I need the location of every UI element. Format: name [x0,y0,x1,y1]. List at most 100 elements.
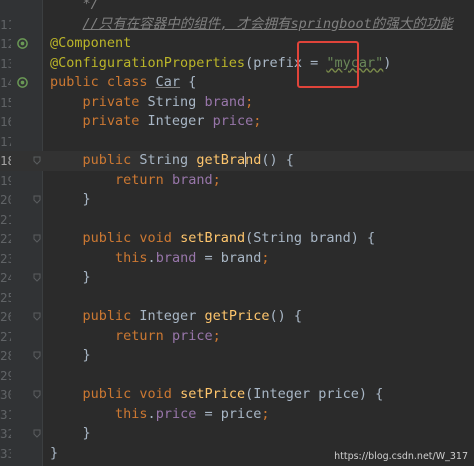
code-text[interactable]: } [50,190,91,210]
code-token: . [147,405,156,422]
fold-marker-icon[interactable] [33,351,41,360]
fold-marker-icon[interactable] [33,156,41,165]
fold-marker-icon[interactable] [33,195,41,204]
code-token: (Integer price) { [245,386,384,402]
code-editor[interactable]: */ 11 //只有在容器中的组件, 才会拥有springboot的强大的功能12… [0,0,474,466]
line-number: 15 [0,94,11,110]
code-line[interactable]: 22 public void setBrand(String brand) { [0,229,474,249]
code-token: Integer [147,113,213,129]
code-text[interactable]: } [50,268,91,288]
line-number: 28 [0,348,11,363]
code-text[interactable]: this.price = price; [50,405,270,425]
spring-bean-icon[interactable] [17,38,28,49]
code-text[interactable]: } [50,444,58,464]
code-token: (String brand) { [245,230,376,246]
code-token: private [82,93,148,110]
line-number: 22 [0,231,11,246]
code-text[interactable]: @Component [50,34,131,54]
code-line[interactable]: 28 } [0,346,474,366]
fold-marker-icon[interactable] [33,234,41,243]
code-token: @Component [50,35,132,51]
fold-marker-icon[interactable] [33,273,41,282]
line-number: 12 [0,36,11,51]
code-line[interactable]: 12 @Component [0,34,474,54]
code-line[interactable]: 19 return brand; [0,171,474,191]
code-token: */ [50,0,99,12]
code-line[interactable]: 13@ConfigurationProperties(prefix = "myc… [0,54,474,74]
code-token: this [115,249,148,266]
code-line[interactable]: 21 [0,210,474,230]
code-line[interactable]: 15 private String brand; [0,93,474,113]
code-text[interactable]: } [50,346,91,366]
code-text[interactable]: public String getBrand() { [50,151,294,171]
code-line[interactable]: 24 } [0,268,474,288]
code-line[interactable]: 16 private Integer price; [0,112,474,132]
code-text[interactable]: public Integer getPrice() { [50,307,302,327]
code-text[interactable]: public void setPrice(Integer price) { [50,385,384,405]
code-token: public void [82,386,181,402]
code-token: return [115,171,172,188]
line-number: 20 [0,192,11,207]
code-text[interactable]: this.brand = brand; [50,249,270,269]
code-token: ; [245,93,254,110]
code-token: ; [212,327,221,344]
code-text[interactable]: private Integer price; [50,112,262,132]
code-text[interactable]: */ [50,0,99,15]
code-text[interactable]: public void setBrand(String brand) { [50,229,376,249]
fold-marker-icon[interactable] [33,312,41,321]
code-text[interactable]: return brand; [50,171,221,191]
line-number: 16 [0,114,11,129]
code-line[interactable]: 11 //只有在容器中的组件, 才会拥有springboot的强大的功能 [0,15,474,35]
code-token: Car [155,74,181,90]
fold-marker-icon[interactable] [33,429,41,438]
code-token: getPrice [204,308,270,324]
line-number: 24 [0,270,11,285]
code-text[interactable]: private String brand; [50,93,254,113]
watermark: https://blog.csdn.net/W_317 [334,451,468,462]
code-text[interactable]: } [50,424,91,444]
code-token: ) [383,54,392,71]
code-line[interactable]: 30 public void setPrice(Integer price) { [0,385,474,405]
code-token: ; [261,249,270,266]
code-line[interactable]: 26 public Integer getPrice() { [0,307,474,327]
code-token: public class [50,74,156,90]
code-line[interactable]: 29 [0,366,474,386]
code-token: price [171,327,213,344]
code-token: ; [212,171,221,188]
code-token: } [50,347,91,363]
line-number: 31 [0,406,11,422]
highlight-annotation-box [297,41,359,88]
code-text[interactable]: public class Car { [50,73,196,93]
code-line[interactable]: 31 this.price = price; [0,405,474,425]
code-line[interactable]: 32 } [0,424,474,444]
code-line[interactable]: 25 [0,288,474,308]
line-number: 19 [0,172,11,188]
fold-marker-icon[interactable] [33,390,41,399]
code-line[interactable]: */ [0,0,474,15]
code-line[interactable]: 27 return price; [0,327,474,347]
code-token: price [155,405,197,422]
code-text[interactable]: return price; [50,327,221,347]
code-token: = brand [196,249,262,266]
code-line[interactable]: 14 public class Car { [0,73,474,93]
code-token: price [212,113,254,129]
code-token: Integer [139,308,205,324]
line-number: 33 [0,445,11,461]
code-text[interactable]: //只有在容器中的组件, 才会拥有springboot的强大的功能 [50,15,453,35]
code-line[interactable]: 18 public String getBrand() { [0,151,474,171]
code-token: () { [261,152,294,168]
spring-bean-icon[interactable] [17,77,28,88]
code-line[interactable]: 23 this.brand = brand; [0,249,474,269]
code-line[interactable]: 20 } [0,190,474,210]
code-token: ; [261,405,270,422]
code-line[interactable]: 17 [0,132,474,152]
line-number: 30 [0,387,11,402]
code-token: getBra [196,152,246,168]
